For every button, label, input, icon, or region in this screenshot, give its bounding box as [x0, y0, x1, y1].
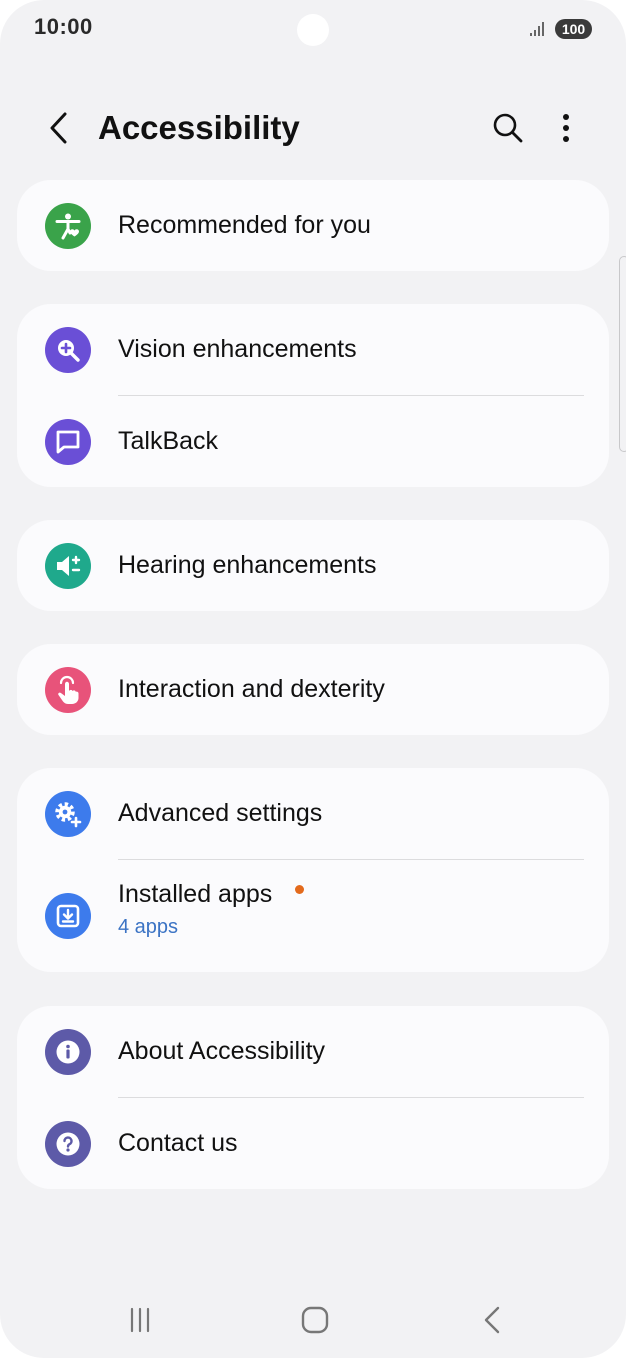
- vision-card: Vision enhancements TalkBack: [17, 304, 609, 487]
- scrollbar[interactable]: [619, 256, 626, 452]
- about-accessibility-item[interactable]: About Accessibility: [17, 1006, 609, 1098]
- nav-back-button[interactable]: [474, 1302, 510, 1338]
- installed-apps-count: 4 apps: [118, 916, 179, 938]
- speaker-icon: [45, 543, 91, 589]
- recent-apps-icon: [130, 1307, 150, 1333]
- recent-apps-button[interactable]: [122, 1304, 158, 1336]
- hearing-card: Hearing enhancements: [17, 520, 609, 611]
- recommended-card: Recommended for you: [17, 180, 609, 271]
- more-options-button[interactable]: [548, 106, 584, 150]
- installed-apps-label: Installed apps: [118, 880, 273, 908]
- recommended-for-you-label: Recommended for you: [118, 211, 371, 239]
- advanced-settings-item[interactable]: Advanced settings: [17, 768, 609, 860]
- advanced-card: Advanced settings Installed apps 4 apps: [17, 768, 609, 972]
- contact-us-item[interactable]: Contact us: [17, 1098, 609, 1190]
- recommended-for-you-item[interactable]: Recommended for you: [17, 180, 609, 272]
- camera-cutout: [297, 14, 329, 46]
- page-title: Accessibility: [98, 109, 300, 146]
- download-icon: [45, 893, 91, 939]
- status-time: 10:00: [34, 14, 93, 39]
- talkback-item[interactable]: TalkBack: [17, 396, 609, 488]
- about-accessibility-label: About Accessibility: [118, 1037, 326, 1065]
- vision-enhancements-item[interactable]: Vision enhancements: [17, 304, 609, 396]
- contact-us-label: Contact us: [118, 1129, 238, 1157]
- interaction-dexterity-label: Interaction and dexterity: [118, 675, 385, 703]
- home-button[interactable]: [296, 1302, 334, 1338]
- tap-hand-icon: [45, 667, 91, 713]
- more-options-icon: [563, 114, 569, 142]
- signal-icon: [530, 22, 544, 36]
- back-icon: [484, 1306, 500, 1334]
- search-icon: [493, 113, 523, 143]
- talkback-label: TalkBack: [118, 427, 219, 455]
- vision-enhancements-label: Vision enhancements: [118, 335, 357, 363]
- back-arrow-icon: [50, 112, 67, 144]
- accessibility-person-icon: [45, 203, 91, 249]
- battery-icon: 100: [555, 19, 592, 39]
- advanced-settings-label: Advanced settings: [118, 799, 323, 827]
- back-button[interactable]: [40, 106, 76, 150]
- installed-apps-item[interactable]: Installed apps 4 apps: [17, 860, 609, 972]
- chat-bubble-icon: [45, 419, 91, 465]
- hearing-enhancements-label: Hearing enhancements: [118, 551, 377, 579]
- about-card: About Accessibility Contact us: [17, 1006, 609, 1189]
- help-icon: [45, 1121, 91, 1167]
- info-icon: [45, 1029, 91, 1075]
- gear-plus-icon: [45, 791, 91, 837]
- notification-dot: [295, 885, 304, 894]
- home-icon: [301, 1306, 329, 1334]
- hearing-enhancements-item[interactable]: Hearing enhancements: [17, 520, 609, 612]
- zoom-in-icon: [45, 327, 91, 373]
- search-button[interactable]: [488, 106, 528, 150]
- interaction-dexterity-item[interactable]: Interaction and dexterity: [17, 644, 609, 736]
- phone-screen: 10:00 100 Accessibility Recommended for …: [0, 0, 626, 1358]
- interaction-card: Interaction and dexterity: [17, 644, 609, 735]
